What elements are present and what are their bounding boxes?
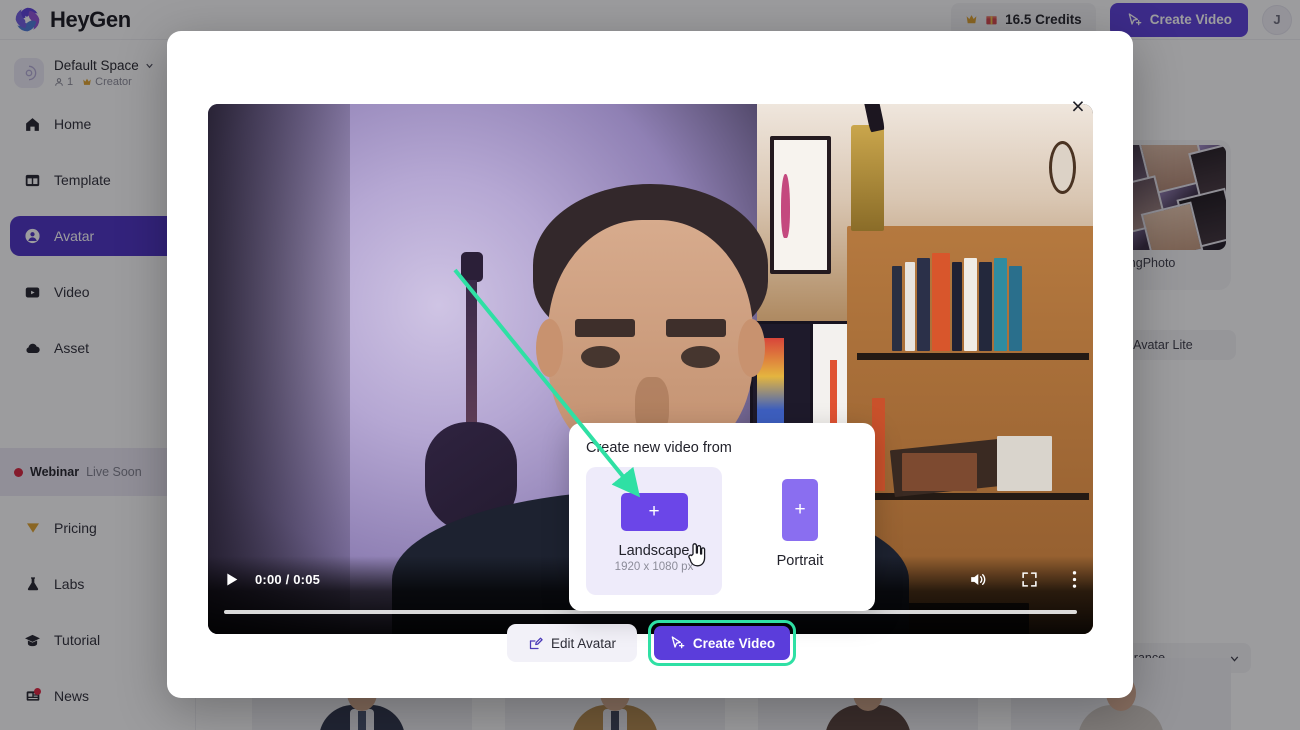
scene-wall-shadow: [208, 104, 350, 634]
mouse-cursor-hand: [688, 543, 706, 567]
ratio-label: Landscape: [618, 543, 690, 559]
popover-title: Create new video from: [586, 440, 732, 456]
close-glyph: ×: [1071, 92, 1085, 119]
ratio-option-portrait[interactable]: + Portrait: [745, 467, 855, 595]
more-vertical-icon[interactable]: [1072, 570, 1077, 589]
edit-icon: [529, 637, 543, 649]
fullscreen-icon[interactable]: [1021, 571, 1038, 588]
create-video-modal-button[interactable]: Create Video: [654, 626, 790, 660]
ratio-label: Portrait: [776, 553, 824, 569]
close-icon[interactable]: ×: [1065, 93, 1091, 119]
edit-avatar-label: Edit Avatar: [550, 635, 617, 651]
ratio-option-landscape[interactable]: + Landscape 1920 x 1080 px: [586, 467, 722, 595]
avatar-preview-modal: × 0:00 / 0:05 Create new video from + La…: [167, 31, 1133, 698]
create-video-highlight: Create Video: [648, 620, 796, 666]
edit-avatar-button[interactable]: Edit Avatar: [507, 624, 637, 662]
video-time-display: 0:00 / 0:05: [255, 572, 321, 587]
create-video-modal-label: Create Video: [692, 635, 776, 651]
plus-icon: +: [794, 499, 806, 520]
create-video-popover: Create new video from + Landscape 1920 x…: [569, 423, 875, 611]
trophy: [850, 125, 885, 232]
portrait-plus-box: +: [782, 479, 818, 541]
cursor-plus-icon: [671, 636, 685, 649]
wall-clock: [1049, 141, 1077, 195]
ratio-dimensions: 1920 x 1080 px: [614, 561, 694, 573]
plus-icon: +: [648, 501, 660, 522]
play-icon[interactable]: [224, 571, 242, 589]
volume-icon[interactable]: [968, 570, 987, 589]
landscape-plus-box: +: [620, 493, 688, 531]
